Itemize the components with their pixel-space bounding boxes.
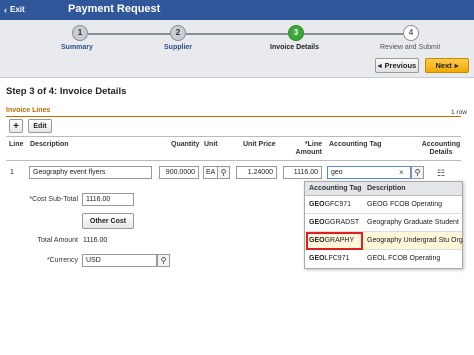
col-quantity: Quantity (171, 141, 200, 148)
search-icon: ⚲ (220, 168, 227, 177)
description-input[interactable]: Geography event flyers (29, 166, 152, 179)
step-2-label[interactable]: Supplier (164, 44, 192, 51)
col-line: Line (9, 141, 24, 148)
exit-button[interactable]: ‹ Exit (4, 5, 25, 14)
unit-input[interactable]: EA (203, 166, 218, 179)
col-unit-price: Unit Price (243, 141, 276, 148)
accounting-details-icon[interactable]: ☷ (434, 168, 448, 179)
line-amount-input[interactable]: 1116.00 (283, 166, 322, 179)
search-icon: ⚲ (414, 168, 421, 177)
cost-subtotal-input[interactable]: 1116.00 (82, 193, 134, 206)
row-line-number: 1 (10, 169, 14, 176)
progress-line (304, 33, 403, 35)
col-description: Description (30, 141, 69, 148)
section-title: Invoice Lines (6, 107, 51, 114)
col-accounting-details: Accounting Details (421, 141, 461, 156)
step-1-circle[interactable]: 1 (72, 25, 88, 41)
step-4-label: Review and Submit (380, 44, 441, 51)
progress-line (186, 33, 288, 35)
suggestion-row[interactable]: GEOLFC971 GEOL FCOB Operating (305, 250, 462, 268)
accounting-tag-lookup-button[interactable]: ⚲ (411, 166, 424, 179)
chevron-left-icon: ◂ (377, 61, 382, 70)
step-3-circle: 3 (288, 25, 304, 41)
search-icon: ⚲ (160, 256, 167, 265)
other-cost-button[interactable]: Other Cost (82, 213, 134, 229)
step-2-circle[interactable]: 2 (170, 25, 186, 41)
quantity-input[interactable]: 900.0000 (159, 166, 199, 179)
clear-icon[interactable]: × (399, 168, 404, 177)
top-bar: ‹ Exit Payment Request (0, 0, 474, 20)
section-divider (6, 116, 461, 117)
header-divider (6, 160, 461, 161)
suggestion-row-selected[interactable]: GEOGRAPHY Geography Undergrad Stu Org (305, 232, 463, 250)
row-count: 1 row (451, 109, 467, 116)
suggestions-col-description: Description (367, 185, 406, 192)
unit-price-input[interactable]: 1.24000 (236, 166, 277, 179)
suggestions-col-tag: Accounting Tag (309, 185, 362, 192)
total-amount-label: Total Amount (37, 237, 78, 244)
grid-top-border (6, 136, 461, 137)
col-unit: Unit (204, 141, 218, 148)
exit-label: Exit (10, 5, 25, 14)
step-heading: Step 3 of 4: Invoice Details (6, 86, 127, 97)
add-row-button[interactable]: + (9, 119, 23, 133)
step-4-circle: 4 (403, 25, 419, 41)
suggestion-row[interactable]: GEOGFC971 GEOG FCOB Operating (305, 196, 462, 214)
col-line-amount: *Line Amount (295, 141, 322, 156)
next-button[interactable]: Next ▸ (425, 58, 469, 73)
plus-icon: + (13, 120, 19, 132)
currency-lookup-button[interactable]: ⚲ (157, 254, 170, 267)
chevron-right-icon: ▸ (454, 61, 459, 70)
accounting-tag-suggestions: Accounting Tag Description GEOGFC971 GEO… (304, 181, 463, 269)
suggestion-row[interactable]: GEOGGRADST Geography Graduate Student (305, 214, 462, 232)
cost-subtotal-label: *Cost Sub-Total (29, 196, 78, 203)
step-1-label[interactable]: Summary (61, 44, 93, 51)
step-3-label: Invoice Details (270, 44, 320, 51)
unit-lookup-button[interactable]: ⚲ (217, 166, 230, 179)
page-title: Payment Request (68, 3, 161, 15)
total-amount-value: 1116.00 (83, 237, 108, 244)
progress-line (88, 33, 170, 35)
previous-button[interactable]: ◂ Previous (375, 58, 419, 73)
col-accounting-tag: Accounting Tag (329, 141, 382, 148)
edit-button[interactable]: Edit (28, 119, 52, 133)
step-progress: 1 2 3 4 Summary Supplier Invoice Details… (0, 20, 474, 78)
suggestions-header: Accounting Tag Description (305, 182, 462, 196)
chevron-left-icon: ‹ (4, 4, 7, 15)
currency-input[interactable]: USD (82, 254, 157, 267)
currency-label: *Currency (46, 257, 78, 264)
